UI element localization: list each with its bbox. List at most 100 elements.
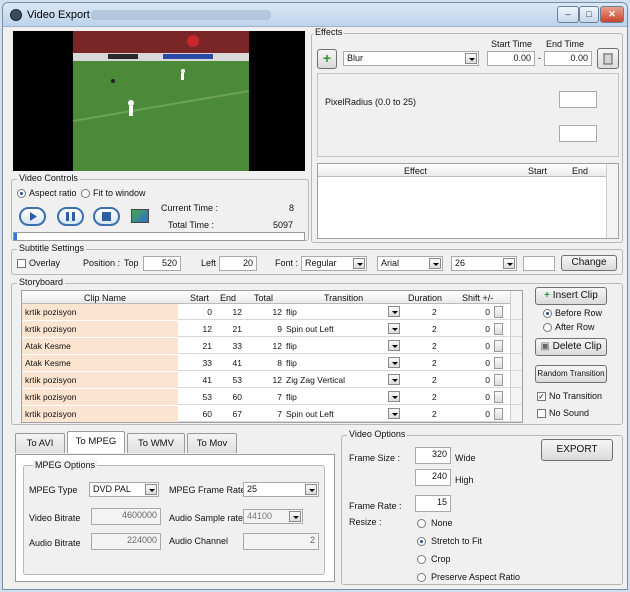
audio-bitrate-input[interactable]: 224000 (91, 533, 161, 550)
chevron-down-icon[interactable] (503, 258, 515, 269)
shift-cell[interactable]: 0 (478, 375, 490, 385)
chevron-down-icon[interactable] (388, 306, 400, 317)
table-row[interactable]: krtik pozisyon 53 60 7 flip 2 0 (22, 389, 522, 405)
frame-rate-input[interactable]: 15 (415, 495, 451, 512)
before-row-radio[interactable] (543, 309, 552, 318)
table-row[interactable]: krtik pozisyon 41 53 12 Zig Zag Vertical 2 0 (22, 372, 522, 388)
audio-sample-rate-select[interactable]: 44100 (243, 509, 303, 524)
clip-name-cell[interactable]: krtik pozisyon (25, 392, 77, 402)
chevron-down-icon[interactable] (305, 484, 317, 495)
table-row[interactable]: Atak Kesme 21 33 12 flip 2 0 (22, 338, 522, 354)
chevron-down-icon[interactable] (429, 258, 441, 269)
clip-name-cell[interactable]: Atak Kesme (25, 358, 71, 368)
resize-none-radio[interactable] (417, 519, 426, 528)
play-button[interactable] (19, 207, 46, 226)
total-cell[interactable]: 12 (262, 341, 282, 351)
shift-cell[interactable]: 0 (478, 307, 490, 317)
param-input-2[interactable] (559, 125, 597, 142)
start-cell[interactable]: 53 (192, 392, 212, 402)
duration-cell[interactable]: 2 (432, 375, 437, 385)
duration-cell[interactable]: 2 (432, 307, 437, 317)
no-sound-checkbox[interactable] (537, 409, 546, 418)
close-button[interactable]: ✕ (600, 6, 624, 23)
add-effect-button[interactable]: + (317, 49, 337, 69)
delete-clip-button[interactable]: ▣ Delete Clip (535, 338, 607, 356)
chevron-down-icon[interactable] (353, 258, 365, 269)
transition-cell[interactable]: flip (286, 392, 297, 402)
pixel-radius-input[interactable] (559, 91, 597, 108)
after-row-radio[interactable] (543, 323, 552, 332)
fit-to-window-radio[interactable] (81, 189, 90, 198)
total-cell[interactable]: 7 (262, 409, 282, 419)
chevron-down-icon[interactable] (388, 323, 400, 334)
maximize-button[interactable]: □ (579, 6, 599, 23)
duration-cell[interactable]: 2 (432, 409, 437, 419)
insert-clip-button[interactable]: + Insert Clip (535, 287, 607, 305)
subtitle-top-input[interactable]: 520 (143, 256, 181, 271)
spin-arrows-icon[interactable] (494, 340, 503, 352)
spin-arrows-icon[interactable] (494, 374, 503, 386)
start-cell[interactable]: 33 (192, 358, 212, 368)
chevron-down-icon[interactable] (388, 391, 400, 402)
spin-arrows-icon[interactable] (494, 408, 503, 420)
random-transition-button[interactable]: Random Transition (535, 365, 607, 383)
start-cell[interactable]: 0 (192, 307, 212, 317)
duration-cell[interactable]: 2 (432, 341, 437, 351)
font-family-select[interactable]: Arial (377, 256, 443, 271)
clip-name-cell[interactable]: krtik pozisyon (25, 324, 77, 334)
frame-height-input[interactable]: 240 (415, 469, 451, 486)
edit-image-icon[interactable] (131, 209, 149, 223)
subtitle-color-input[interactable] (523, 256, 555, 271)
spin-arrows-icon[interactable] (494, 323, 503, 335)
pause-button[interactable] (57, 207, 84, 226)
table-row[interactable]: krtik pozisyon 12 21 9 Spin out Left 2 0 (22, 321, 522, 337)
chevron-down-icon[interactable] (289, 511, 301, 522)
total-cell[interactable]: 12 (262, 375, 282, 385)
end-cell[interactable]: 21 (222, 324, 242, 334)
transition-cell[interactable]: Spin out Left (286, 324, 334, 334)
chevron-down-icon[interactable] (465, 53, 477, 64)
start-cell[interactable]: 41 (192, 375, 212, 385)
transition-cell[interactable]: flip (286, 307, 297, 317)
tab-to-mpeg[interactable]: To MPEG (67, 431, 125, 453)
spin-arrows-icon[interactable] (494, 306, 503, 318)
font-size-select[interactable]: 26 (451, 256, 517, 271)
end-cell[interactable]: 53 (222, 375, 242, 385)
total-cell[interactable]: 7 (262, 392, 282, 402)
spin-arrows-icon[interactable] (494, 391, 503, 403)
shift-cell[interactable]: 0 (478, 409, 490, 419)
shift-cell[interactable]: 0 (478, 358, 490, 368)
subtitle-left-input[interactable]: 20 (219, 256, 257, 271)
aspect-ratio-radio[interactable] (17, 189, 26, 198)
chevron-down-icon[interactable] (388, 374, 400, 385)
shift-cell[interactable]: 0 (478, 341, 490, 351)
frame-width-input[interactable]: 320 (415, 447, 451, 464)
clip-name-cell[interactable]: krtik pozisyon (25, 409, 77, 419)
end-cell[interactable]: 60 (222, 392, 242, 402)
effect-select[interactable]: Blur (343, 51, 479, 66)
transition-cell[interactable]: Spin out Left (286, 409, 334, 419)
end-cell[interactable]: 41 (222, 358, 242, 368)
clip-name-cell[interactable]: krtik pozisyon (25, 375, 77, 385)
resize-preserve-radio[interactable] (417, 573, 426, 582)
mpeg-type-select[interactable]: DVD PAL (89, 482, 159, 497)
audio-channel-input[interactable]: 2 (243, 533, 319, 550)
total-cell[interactable]: 12 (262, 307, 282, 317)
end-cell[interactable]: 33 (222, 341, 242, 351)
shift-cell[interactable]: 0 (478, 392, 490, 402)
table-row[interactable]: krtik pozisyon 0 12 12 flip 2 0 (22, 304, 522, 320)
table-row[interactable]: krtik pozisyon 60 67 7 Spin out Left 2 0 (22, 406, 522, 422)
tab-to-mov[interactable]: To Mov (187, 433, 237, 453)
chevron-down-icon[interactable] (388, 340, 400, 351)
stop-button[interactable] (93, 207, 120, 226)
duration-cell[interactable]: 2 (432, 324, 437, 334)
transition-cell[interactable]: Zig Zag Vertical (286, 375, 345, 385)
table-row[interactable]: Atak Kesme 33 41 8 flip 2 0 (22, 355, 522, 371)
tab-to-wmv[interactable]: To WMV (127, 433, 185, 453)
effects-table-scrollbar[interactable] (606, 164, 618, 238)
chevron-down-icon[interactable] (145, 484, 157, 495)
clip-name-cell[interactable]: krtik pozisyon (25, 307, 77, 317)
duration-cell[interactable]: 2 (432, 358, 437, 368)
total-cell[interactable]: 9 (262, 324, 282, 334)
tab-to-avi[interactable]: To AVI (15, 433, 65, 453)
